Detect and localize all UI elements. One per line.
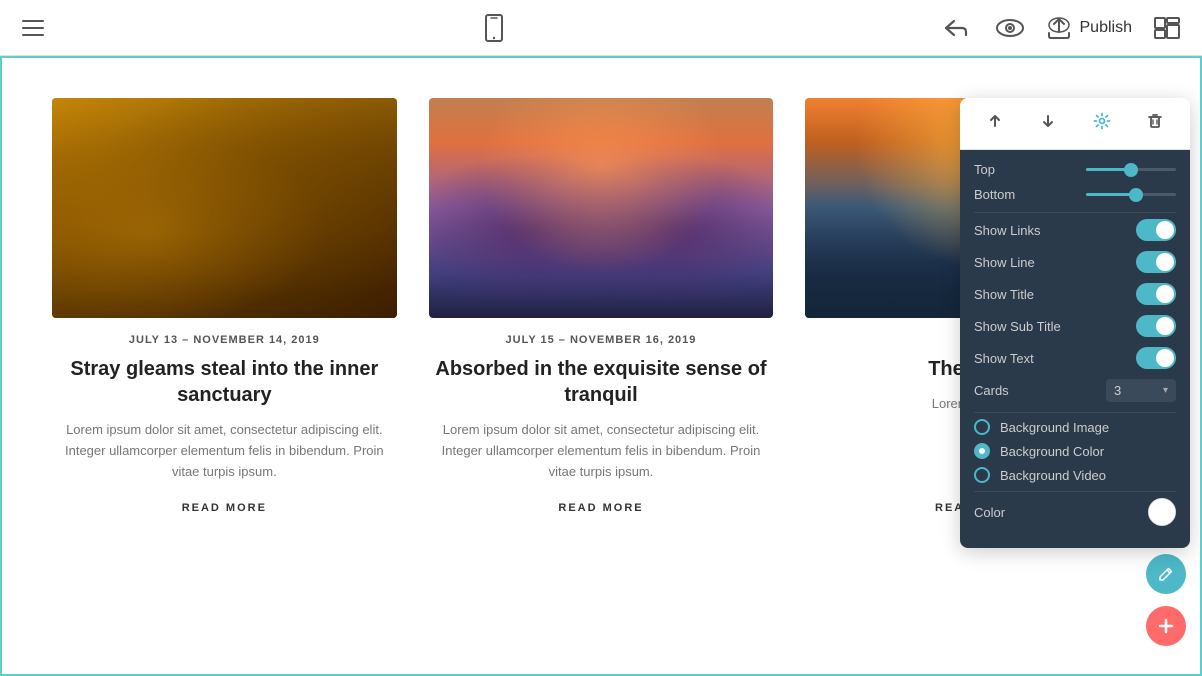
bg-video-radio[interactable]	[974, 467, 990, 483]
show-links-label: Show Links	[974, 223, 1040, 238]
card-2-date: JULY 15 – NOVEMBER 16, 2019	[506, 334, 697, 346]
edit-fab-button[interactable]	[1146, 554, 1186, 594]
top-slider-row: Top	[974, 162, 1176, 177]
bg-video-label: Background Video	[1000, 468, 1106, 483]
bottom-label: Bottom	[974, 187, 1015, 202]
show-line-row: Show Line	[974, 251, 1176, 273]
hamburger-menu-icon[interactable]	[16, 14, 50, 42]
card-2-read-more[interactable]: READ MORE	[558, 502, 643, 514]
show-title-row: Show Title	[974, 283, 1176, 305]
bg-image-row: Background Image	[974, 419, 1176, 435]
card-image-1	[52, 98, 397, 318]
card-1-date: JULY 13 – NOVEMBER 14, 2019	[129, 334, 320, 346]
show-text-label: Show Text	[974, 351, 1034, 366]
top-slider[interactable]	[1086, 168, 1176, 171]
show-subtitle-toggle[interactable]	[1136, 315, 1176, 337]
back-icon[interactable]	[938, 11, 974, 45]
cards-value: 3	[1114, 383, 1121, 398]
mobile-preview-icon[interactable]	[476, 8, 512, 48]
move-up-icon[interactable]	[978, 108, 1012, 139]
move-down-icon[interactable]	[1031, 108, 1065, 139]
float-toolbar: Top Bottom Show Links	[960, 98, 1190, 548]
show-subtitle-row: Show Sub Title	[974, 315, 1176, 337]
bottom-slider-row: Bottom	[974, 187, 1176, 202]
navbar-right: Publish	[938, 11, 1186, 45]
show-line-toggle[interactable]	[1136, 251, 1176, 273]
color-label: Color	[974, 505, 1005, 520]
content-area: JULY 13 – NOVEMBER 14, 2019 Stray gleams…	[0, 56, 1202, 676]
publish-button[interactable]: Publish	[1046, 17, 1132, 39]
publish-label: Publish	[1080, 19, 1132, 37]
toolbar-icon-row	[960, 98, 1190, 150]
navbar: Publish	[0, 0, 1202, 56]
cards-label: Cards	[974, 383, 1009, 398]
delete-trash-icon[interactable]	[1138, 108, 1172, 139]
color-swatch[interactable]	[1148, 498, 1176, 526]
show-line-label: Show Line	[974, 255, 1035, 270]
bg-color-row: Background Color	[974, 443, 1176, 459]
card-2-text: Lorem ipsum dolor sit amet, consectetur …	[429, 420, 774, 482]
bg-color-radio[interactable]	[974, 443, 990, 459]
cards-row: Cards 3 ▾	[974, 379, 1176, 402]
card-2-title: Absorbed in the exquisite sense of tranq…	[429, 356, 774, 408]
card-1-title: Stray gleams steal into the inner sanctu…	[52, 356, 397, 408]
toolbar-body: Top Bottom Show Links	[960, 150, 1190, 548]
show-subtitle-label: Show Sub Title	[974, 319, 1061, 334]
layout-icon[interactable]	[1148, 11, 1186, 45]
show-links-row: Show Links	[974, 219, 1176, 241]
bg-image-label: Background Image	[1000, 420, 1109, 435]
card-1-text: Lorem ipsum dolor sit amet, consectetur …	[52, 420, 397, 482]
bg-video-row: Background Video	[974, 467, 1176, 483]
bg-color-label: Background Color	[1000, 444, 1104, 459]
card-image-2	[429, 98, 774, 318]
navbar-left	[16, 14, 50, 42]
top-label: Top	[974, 162, 995, 177]
preview-eye-icon[interactable]	[990, 13, 1030, 43]
card-2: JULY 15 – NOVEMBER 16, 2019 Absorbed in …	[429, 98, 774, 514]
show-links-toggle[interactable]	[1136, 219, 1176, 241]
show-text-row: Show Text	[974, 347, 1176, 369]
cards-dropdown[interactable]: 3 ▾	[1106, 379, 1176, 402]
settings-gear-icon[interactable]	[1085, 108, 1119, 139]
show-title-label: Show Title	[974, 287, 1034, 302]
show-title-toggle[interactable]	[1136, 283, 1176, 305]
color-row: Color	[974, 498, 1176, 526]
chevron-down-icon: ▾	[1163, 385, 1168, 396]
navbar-center	[476, 8, 512, 48]
card-1: JULY 13 – NOVEMBER 14, 2019 Stray gleams…	[52, 98, 397, 514]
bg-image-radio[interactable]	[974, 419, 990, 435]
bottom-slider[interactable]	[1086, 193, 1176, 196]
add-fab-button[interactable]	[1146, 606, 1186, 646]
show-text-toggle[interactable]	[1136, 347, 1176, 369]
card-1-read-more[interactable]: READ MORE	[182, 502, 267, 514]
